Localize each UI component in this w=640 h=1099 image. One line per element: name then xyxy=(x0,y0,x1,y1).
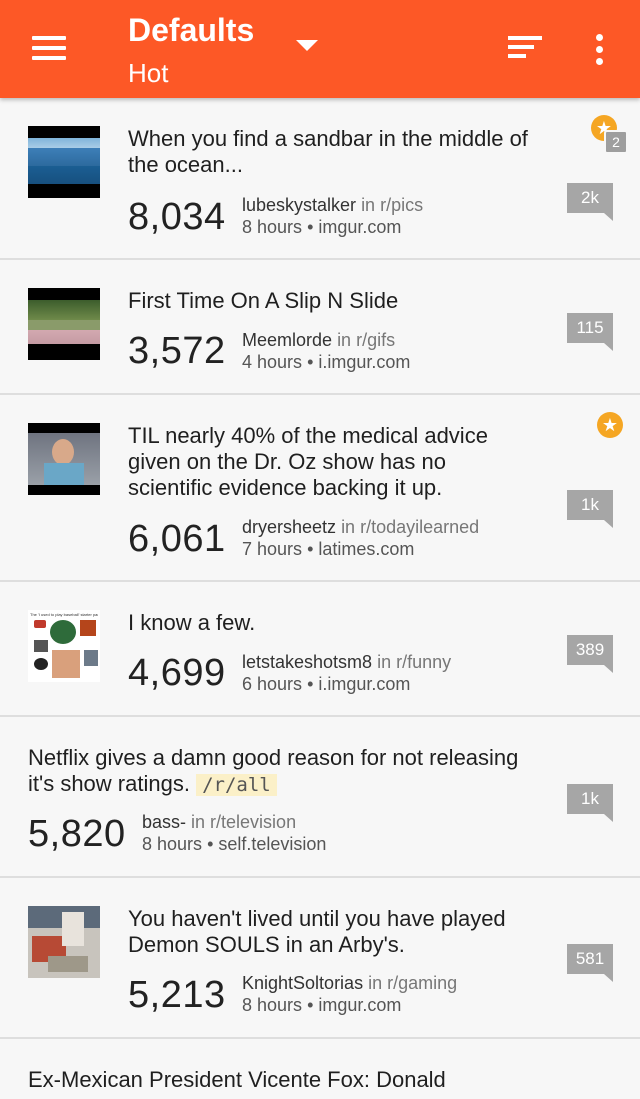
post-domain[interactable]: imgur.com xyxy=(318,995,401,1015)
post-subreddit[interactable]: in r/television xyxy=(191,812,296,832)
post-meta: KnightSoltorias in r/gaming 8 hours • im… xyxy=(242,972,457,1016)
post-domain[interactable]: i.imgur.com xyxy=(318,674,410,694)
post-title[interactable]: TIL nearly 40% of the medical advice giv… xyxy=(128,423,528,501)
post-thumbnail[interactable] xyxy=(28,423,100,495)
post-author[interactable]: KnightSoltorias xyxy=(242,973,363,993)
post-author[interactable]: Meemlorde xyxy=(242,330,332,350)
post-score: 6,061 xyxy=(128,518,226,560)
post-score: 3,572 xyxy=(128,330,226,372)
post-score: 5,820 xyxy=(28,813,126,855)
post-domain[interactable]: imgur.com xyxy=(318,217,401,237)
post-age: 4 hours xyxy=(242,352,303,372)
separator-dot: • xyxy=(307,352,314,372)
post-author[interactable]: dryersheetz xyxy=(242,517,336,537)
post-author[interactable]: letstakeshotsm8 xyxy=(242,652,372,672)
post-meta: Meemlorde in r/gifs 4 hours • i.imgur.co… xyxy=(242,329,410,373)
post-age: 7 hours xyxy=(242,539,303,559)
post-title[interactable]: First Time On A Slip N Slide xyxy=(128,288,528,314)
post-thumbnail[interactable] xyxy=(28,126,100,198)
post-age: 8 hours xyxy=(142,834,203,854)
post-subreddit[interactable]: in r/gifs xyxy=(337,330,395,350)
more-vertical-icon[interactable] xyxy=(595,34,605,66)
comments-button[interactable]: 1k xyxy=(567,784,613,822)
comments-button[interactable]: 1k xyxy=(567,490,613,528)
post-item[interactable]: When you find a sandbar in the middle of… xyxy=(0,98,640,260)
app-bar: Defaults Hot xyxy=(0,0,640,98)
post-subreddit[interactable]: in r/gaming xyxy=(368,973,457,993)
post-item[interactable]: You haven't lived until you have played … xyxy=(0,878,640,1039)
comments-button[interactable]: 115 xyxy=(567,313,613,351)
gild-count-badge: 2 xyxy=(604,130,628,154)
post-thumbnail[interactable] xyxy=(28,906,100,978)
post-meta: lubeskystalker in r/pics 8 hours • imgur… xyxy=(242,194,423,238)
post-title[interactable]: I know a few. xyxy=(128,610,528,636)
post-score: 8,034 xyxy=(128,196,226,238)
post-age: 6 hours xyxy=(242,674,303,694)
sort-mode-label[interactable]: Hot xyxy=(128,58,168,89)
star-icon: ★ xyxy=(597,412,623,438)
post-thumbnail[interactable] xyxy=(28,288,100,360)
post-item[interactable]: TIL nearly 40% of the medical advice giv… xyxy=(0,395,640,582)
comments-button[interactable]: 389 xyxy=(567,635,613,673)
post-meta: dryersheetz in r/todayilearned 7 hours •… xyxy=(242,516,479,560)
post-thumbnail[interactable]: The 'I used to play baseball' starter pa… xyxy=(28,610,100,682)
post-age: 8 hours xyxy=(242,217,303,237)
separator-dot: • xyxy=(307,217,314,237)
subreddit-tag[interactable]: /r/all xyxy=(196,774,277,796)
separator-dot: • xyxy=(307,995,314,1015)
chevron-down-icon[interactable] xyxy=(296,40,318,51)
post-meta: letstakeshotsm8 in r/funny 6 hours • i.i… xyxy=(242,651,451,695)
separator-dot: • xyxy=(307,674,314,694)
post-item[interactable]: Ex-Mexican President Vicente Fox: Donald xyxy=(0,1039,640,1099)
post-age: 8 hours xyxy=(242,995,303,1015)
post-score: 4,699 xyxy=(128,652,226,694)
separator-dot: • xyxy=(307,539,314,559)
post-author[interactable]: lubeskystalker xyxy=(242,195,356,215)
post-author[interactable]: bass- xyxy=(142,812,186,832)
post-item[interactable]: The 'I used to play baseball' starter pa… xyxy=(0,582,640,717)
post-meta: bass- in r/television 8 hours • self.tel… xyxy=(142,811,326,855)
post-title[interactable]: Ex-Mexican President Vicente Fox: Donald xyxy=(28,1067,588,1093)
post-title[interactable]: When you find a sandbar in the middle of… xyxy=(128,126,528,178)
separator-dot: • xyxy=(207,834,214,854)
post-title[interactable]: You haven't lived until you have played … xyxy=(128,906,528,958)
post-domain[interactable]: i.imgur.com xyxy=(318,352,410,372)
comments-button[interactable]: 2k xyxy=(567,183,613,221)
post-item[interactable]: Netflix gives a damn good reason for not… xyxy=(0,717,640,878)
post-domain[interactable]: latimes.com xyxy=(318,539,414,559)
post-domain[interactable]: self.television xyxy=(218,834,326,854)
menu-icon[interactable] xyxy=(32,36,68,62)
post-subreddit[interactable]: in r/pics xyxy=(361,195,423,215)
post-item[interactable]: First Time On A Slip N Slide 3,572 Meeml… xyxy=(0,260,640,395)
comments-button[interactable]: 581 xyxy=(567,944,613,982)
post-title[interactable]: Netflix gives a damn good reason for not… xyxy=(28,745,528,798)
post-score: 5,213 xyxy=(128,974,226,1016)
post-subreddit[interactable]: in r/todayilearned xyxy=(341,517,479,537)
sort-icon[interactable] xyxy=(508,36,544,62)
thumbnail-caption: The 'I used to play baseball' starter pa… xyxy=(30,612,98,617)
post-subreddit[interactable]: in r/funny xyxy=(377,652,451,672)
page-title[interactable]: Defaults xyxy=(128,12,254,49)
